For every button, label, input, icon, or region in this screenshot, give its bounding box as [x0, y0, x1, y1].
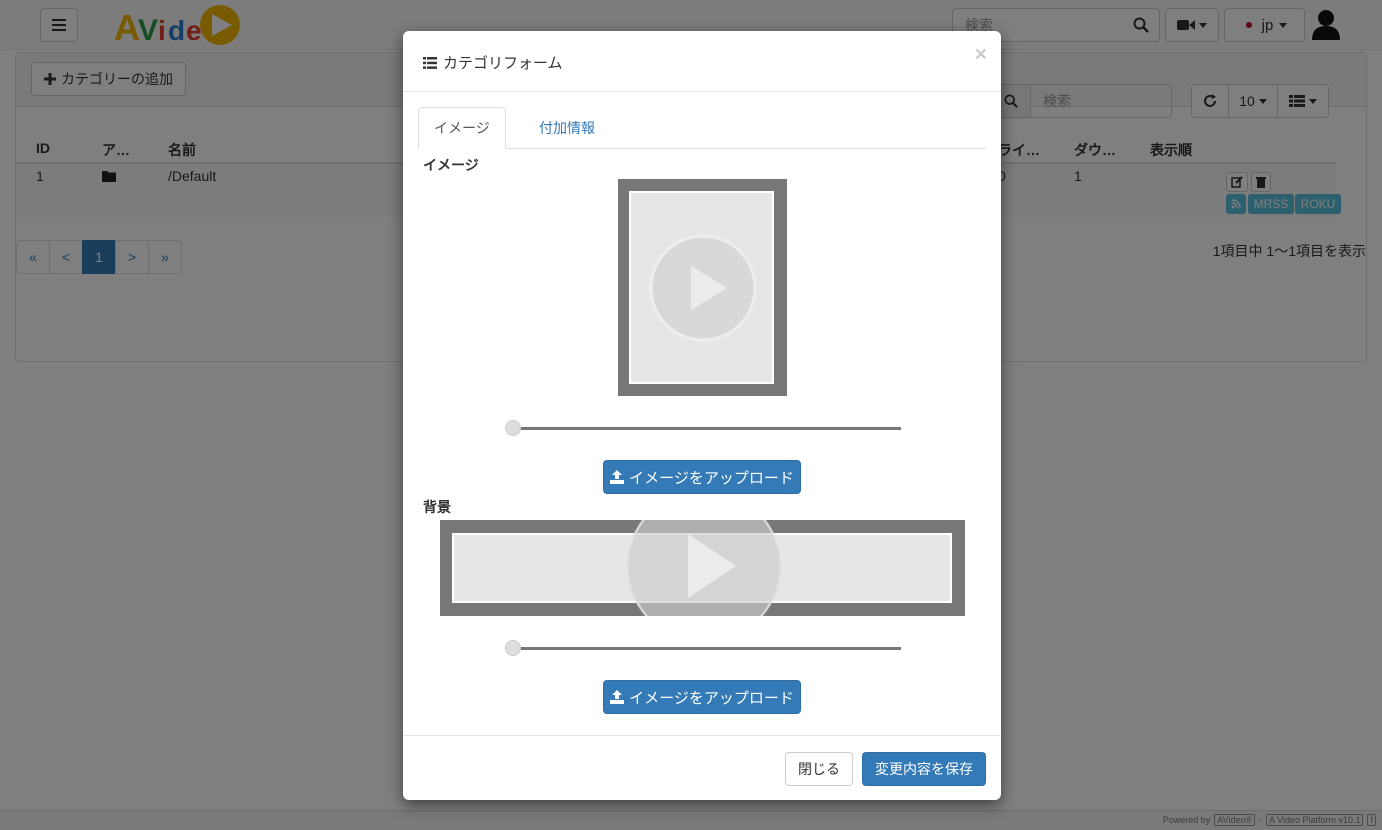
save-button[interactable]: 変更内容を保存: [862, 752, 986, 786]
slider-thumb[interactable]: [505, 640, 521, 656]
slider-track: [513, 427, 901, 430]
close-icon[interactable]: ×: [975, 43, 987, 67]
upload-icon: [610, 690, 625, 704]
slider-thumb[interactable]: [505, 420, 521, 436]
category-form-modal: カテゴリフォーム × イメージ 付加情報 イメージ イメージをアップロード 背景: [403, 31, 1001, 800]
tab-image[interactable]: イメージ: [418, 107, 506, 149]
background-upload-button[interactable]: イメージをアップロード: [603, 680, 801, 714]
background-zoom-slider[interactable]: [505, 640, 901, 656]
slider-track: [513, 647, 901, 650]
play-placeholder-icon: [649, 234, 757, 342]
background-cropper[interactable]: [440, 520, 965, 616]
upload-icon: [610, 470, 625, 484]
background-section-label: 背景: [423, 499, 451, 515]
image-zoom-slider[interactable]: [505, 420, 901, 436]
image-section-label: イメージ: [423, 157, 479, 173]
list-icon: [423, 56, 437, 69]
modal-title-text: カテゴリフォーム: [443, 55, 563, 72]
play-overlay-icon: [627, 520, 781, 616]
modal-title: カテゴリフォーム: [423, 52, 563, 73]
tab-additional-info[interactable]: 付加情報: [524, 107, 610, 149]
close-button[interactable]: 閉じる: [785, 752, 853, 786]
image-cropper[interactable]: [618, 179, 787, 396]
upload-label: イメージをアップロード: [629, 689, 794, 707]
image-upload-button[interactable]: イメージをアップロード: [603, 460, 801, 494]
modal-tabs: イメージ 付加情報: [418, 107, 986, 149]
modal-header: カテゴリフォーム ×: [403, 31, 1001, 92]
upload-label: イメージをアップロード: [629, 469, 794, 487]
modal-footer: 閉じる 変更内容を保存: [403, 735, 1001, 800]
